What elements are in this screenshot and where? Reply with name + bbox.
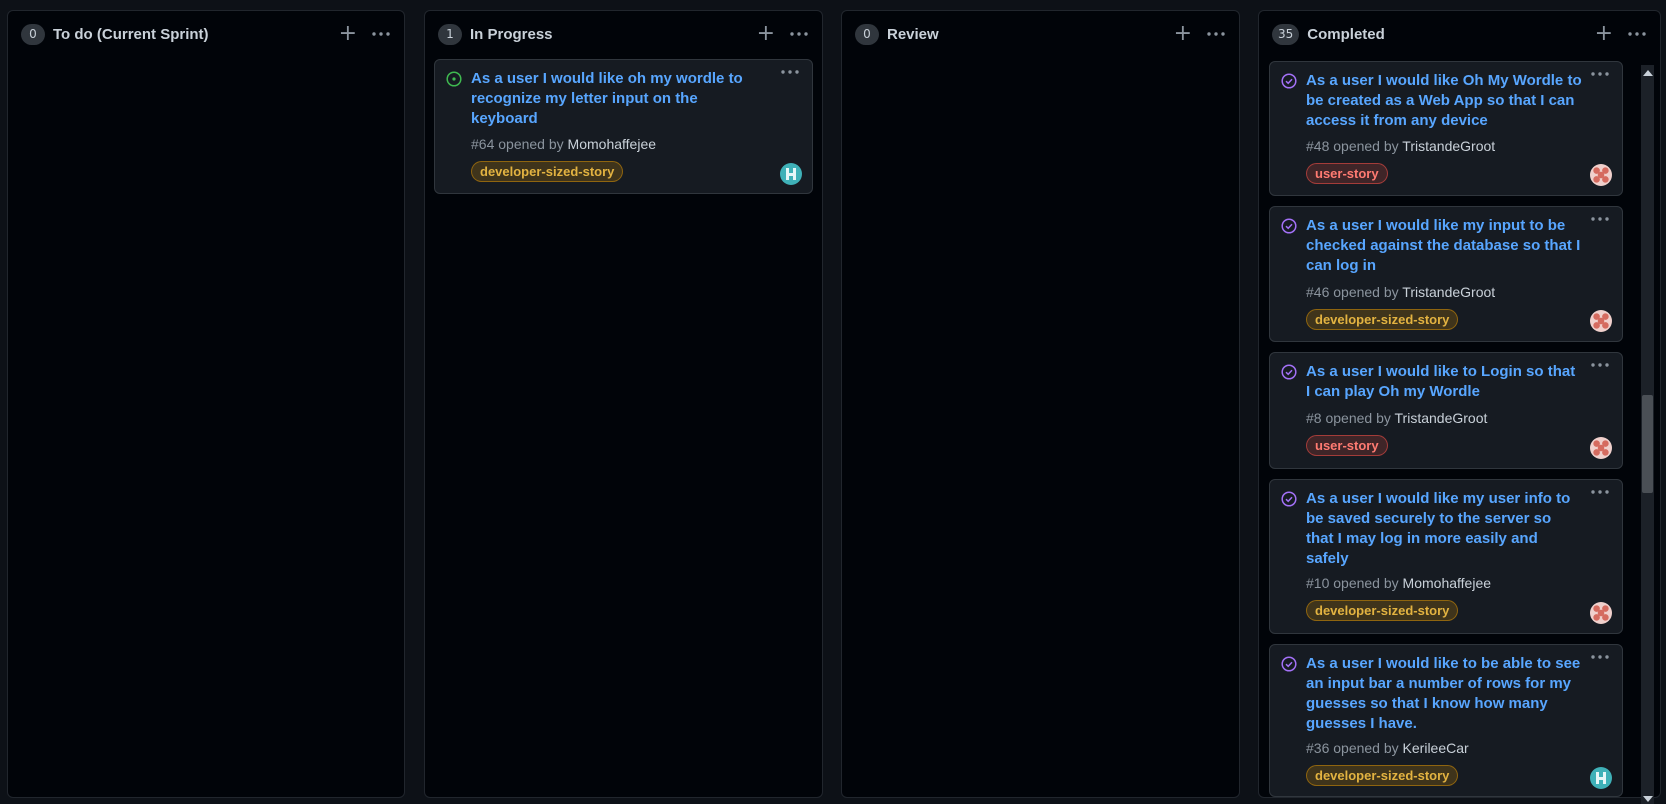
issue-open-icon <box>446 71 462 92</box>
more-horizontal-icon <box>1591 655 1609 659</box>
assignee-avatar[interactable] <box>780 163 802 185</box>
card-more-button[interactable] <box>780 69 800 75</box>
card-more-button[interactable] <box>1590 489 1610 495</box>
column-in-progress: 1 In Progress + As a user I would like o… <box>424 10 823 798</box>
issue-meta: #46 opened by TristandeGroot <box>1306 284 1495 300</box>
column-more-button[interactable] <box>371 31 391 37</box>
issue-title-link[interactable]: As a user I would like my user info to b… <box>1306 489 1582 569</box>
issue-author-link[interactable]: TristandeGroot <box>1402 284 1495 300</box>
issue-title-link[interactable]: As a user I would like Oh My Wordle to b… <box>1306 71 1582 131</box>
opened-by-text: opened by <box>1333 138 1399 154</box>
issue-title-link[interactable]: As a user I would like oh my wordle to r… <box>471 69 754 129</box>
issue-closed-icon <box>1281 491 1297 512</box>
more-horizontal-icon <box>1628 32 1646 36</box>
column-todo: 0 To do (Current Sprint) + <box>7 10 405 798</box>
column-count-badge: 1 <box>438 23 462 45</box>
column-more-button[interactable] <box>1627 31 1647 37</box>
more-horizontal-icon <box>790 32 808 36</box>
column-title: Completed <box>1307 25 1385 43</box>
opened-by-text: opened by <box>1333 284 1399 300</box>
card-more-button[interactable] <box>1590 71 1610 77</box>
more-horizontal-icon <box>1207 32 1225 36</box>
more-horizontal-icon <box>372 32 390 36</box>
issue-meta: #8 opened by TristandeGroot <box>1306 410 1487 426</box>
opened-by-text: opened by <box>1333 740 1399 756</box>
assignee-avatar[interactable] <box>1590 602 1612 624</box>
column-title: To do (Current Sprint) <box>53 25 209 43</box>
column-count-badge: 0 <box>21 23 45 45</box>
issue-author-link[interactable]: Momohaffejee <box>1403 575 1491 591</box>
issue-meta: #10 opened by Momohaffejee <box>1306 575 1491 591</box>
column-header: 0 To do (Current Sprint) + <box>21 22 391 46</box>
issue-closed-icon <box>1281 218 1297 239</box>
assignee-avatar[interactable] <box>1590 310 1612 332</box>
column-review: 0 Review + <box>841 10 1240 798</box>
add-card-button[interactable]: + <box>757 23 775 45</box>
scroll-down-arrow-icon[interactable] <box>1641 793 1654 804</box>
issue-card[interactable]: As a user I would like my user info to b… <box>1269 479 1623 634</box>
more-horizontal-icon <box>1591 490 1609 494</box>
issue-card[interactable]: As a user I would like Oh My Wordle to b… <box>1269 61 1623 196</box>
column-header: 35 Completed + <box>1272 22 1647 46</box>
add-card-button[interactable]: + <box>1174 23 1192 45</box>
issue-meta: #64 opened by Momohaffejee <box>471 136 656 152</box>
assignee-avatar[interactable] <box>1590 437 1612 459</box>
label-badge[interactable]: developer-sized-story <box>1306 600 1459 621</box>
column-more-button[interactable] <box>1206 31 1226 37</box>
issue-closed-icon <box>1281 73 1297 94</box>
add-card-button[interactable]: + <box>339 23 357 45</box>
assignee-avatar[interactable] <box>1590 164 1612 186</box>
issue-title-link[interactable]: As a user I would like to Login so that … <box>1306 362 1582 402</box>
issue-number: #46 <box>1306 284 1330 300</box>
add-card-button[interactable]: + <box>1595 23 1613 45</box>
label-badge[interactable]: user-story <box>1306 163 1388 184</box>
scroll-up-arrow-icon[interactable] <box>1641 67 1654 79</box>
assignee-avatar[interactable] <box>1590 767 1612 789</box>
opened-by-text: opened by <box>1325 410 1391 426</box>
issue-author-link[interactable]: TristandeGroot <box>1395 410 1488 426</box>
issue-author-link[interactable]: Momohaffejee <box>568 136 656 152</box>
issue-number: #64 <box>471 136 495 152</box>
column-header: 1 In Progress + <box>438 22 809 46</box>
scrollbar-thumb[interactable] <box>1642 395 1653 493</box>
column-count-badge: 35 <box>1272 23 1300 45</box>
label-badge[interactable]: developer-sized-story <box>1306 765 1459 786</box>
issue-meta: #48 opened by TristandeGroot <box>1306 138 1495 154</box>
project-board: 0 To do (Current Sprint) + 1 In Progress… <box>0 0 1666 804</box>
card-more-button[interactable] <box>1590 362 1610 368</box>
more-horizontal-icon <box>1591 217 1609 221</box>
card-more-button[interactable] <box>1590 216 1610 222</box>
column-completed: 35 Completed + As a user I would like Oh… <box>1258 10 1661 804</box>
opened-by-text: opened by <box>498 136 564 152</box>
column-title: Review <box>887 25 939 43</box>
issue-card[interactable]: As a user I would like oh my wordle to r… <box>434 59 813 194</box>
issue-author-link[interactable]: KerileeCar <box>1403 740 1469 756</box>
column-header: 0 Review + <box>855 22 1226 46</box>
column-scrollbar[interactable] <box>1641 65 1654 804</box>
issue-card[interactable]: As a user I would like to be able to see… <box>1269 644 1623 797</box>
issue-closed-icon <box>1281 364 1297 385</box>
issue-number: #10 <box>1306 575 1330 591</box>
issue-author-link[interactable]: TristandeGroot <box>1402 138 1495 154</box>
column-title: In Progress <box>470 25 553 43</box>
issue-closed-icon <box>1281 656 1297 677</box>
label-badge[interactable]: user-story <box>1306 435 1388 456</box>
issue-number: #36 <box>1306 740 1330 756</box>
more-horizontal-icon <box>1591 363 1609 367</box>
issue-title-link[interactable]: As a user I would like my input to be ch… <box>1306 216 1582 276</box>
column-more-button[interactable] <box>789 31 809 37</box>
column-count-badge: 0 <box>855 23 879 45</box>
more-horizontal-icon <box>1591 72 1609 76</box>
opened-by-text: opened by <box>1333 575 1399 591</box>
issue-card[interactable]: As a user I would like to Login so that … <box>1269 352 1623 469</box>
more-horizontal-icon <box>781 70 799 74</box>
issue-title-link[interactable]: As a user I would like to be able to see… <box>1306 654 1582 734</box>
label-badge[interactable]: developer-sized-story <box>1306 309 1459 330</box>
card-more-button[interactable] <box>1590 654 1610 660</box>
issue-number: #48 <box>1306 138 1330 154</box>
issue-meta: #36 opened by KerileeCar <box>1306 740 1469 756</box>
issue-card[interactable]: As a user I would like my input to be ch… <box>1269 206 1623 342</box>
label-badge[interactable]: developer-sized-story <box>471 161 624 182</box>
issue-number: #8 <box>1306 410 1322 426</box>
